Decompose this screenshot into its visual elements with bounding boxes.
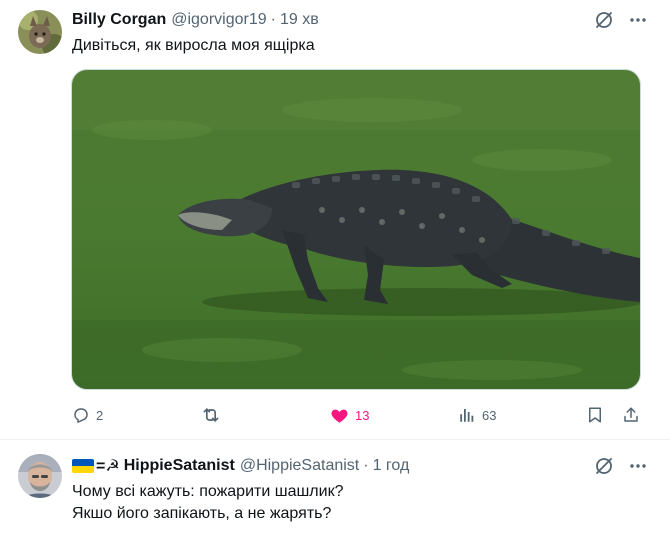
avatar[interactable] [18, 10, 62, 54]
tweet-text-line: Чому всі кажуть: пожарити шашлик? [72, 483, 344, 500]
separator-dot: · [270, 11, 276, 28]
like-button[interactable]: 13 [330, 403, 369, 427]
share-icon [622, 406, 640, 424]
tweet-header: Billy Corgan @igorvigor19 · 19 хв [72, 9, 319, 31]
tweet-header: =☭ HippieSatanist @HippieSatanist · 1 го… [72, 455, 409, 477]
tweet-time[interactable]: 1 год [373, 457, 410, 475]
tweet-media-image[interactable] [71, 69, 641, 390]
tweet-time[interactable]: 19 хв [280, 11, 319, 29]
retweet-button[interactable] [201, 403, 227, 427]
tweet-text: Чому всі кажуть: пожарити шашлик? Якшо й… [72, 481, 343, 525]
reply-button[interactable]: 2 [72, 403, 103, 427]
author-name[interactable]: HippieSatanist [124, 457, 235, 475]
grok-icon[interactable] [594, 10, 614, 30]
avatar[interactable] [18, 454, 62, 498]
like-count: 13 [355, 407, 370, 423]
tweet[interactable]: Billy Corgan @igorvigor19 · 19 хв Дивіть… [0, 0, 670, 440]
tweet-top-actions [594, 456, 648, 476]
reply-count: 2 [96, 407, 104, 423]
bookmark-icon [586, 406, 604, 424]
heart-icon [330, 406, 349, 425]
tweet-top-actions [594, 10, 648, 30]
separator-dot: · [363, 457, 369, 474]
reply-icon [72, 406, 90, 424]
author-name[interactable]: Billy Corgan [72, 11, 166, 29]
views-button[interactable]: 63 [458, 403, 496, 427]
author-handle[interactable]: @HippieSatanist [240, 457, 359, 475]
bookmark-button[interactable] [586, 403, 604, 427]
share-button[interactable] [622, 403, 640, 427]
ukraine-flag-icon [72, 459, 94, 473]
name-symbols: =☭ [96, 458, 120, 475]
grok-icon[interactable] [594, 456, 614, 476]
alligator-photo [72, 70, 640, 389]
author-handle[interactable]: @igorvigor19 [171, 11, 266, 29]
views-count: 63 [482, 407, 497, 423]
views-icon [458, 406, 476, 424]
tweet-actions: 2 13 63 [72, 403, 642, 427]
tweet-text-line: Якшо його запікають, а не жарять? [72, 505, 332, 522]
more-icon[interactable] [628, 456, 648, 476]
more-icon[interactable] [628, 10, 648, 30]
tweet[interactable]: =☭ HippieSatanist @HippieSatanist · 1 го… [0, 441, 670, 534]
tweet-text: Дивіться, як виросла моя ящірка [72, 37, 315, 54]
retweet-icon [201, 405, 221, 425]
